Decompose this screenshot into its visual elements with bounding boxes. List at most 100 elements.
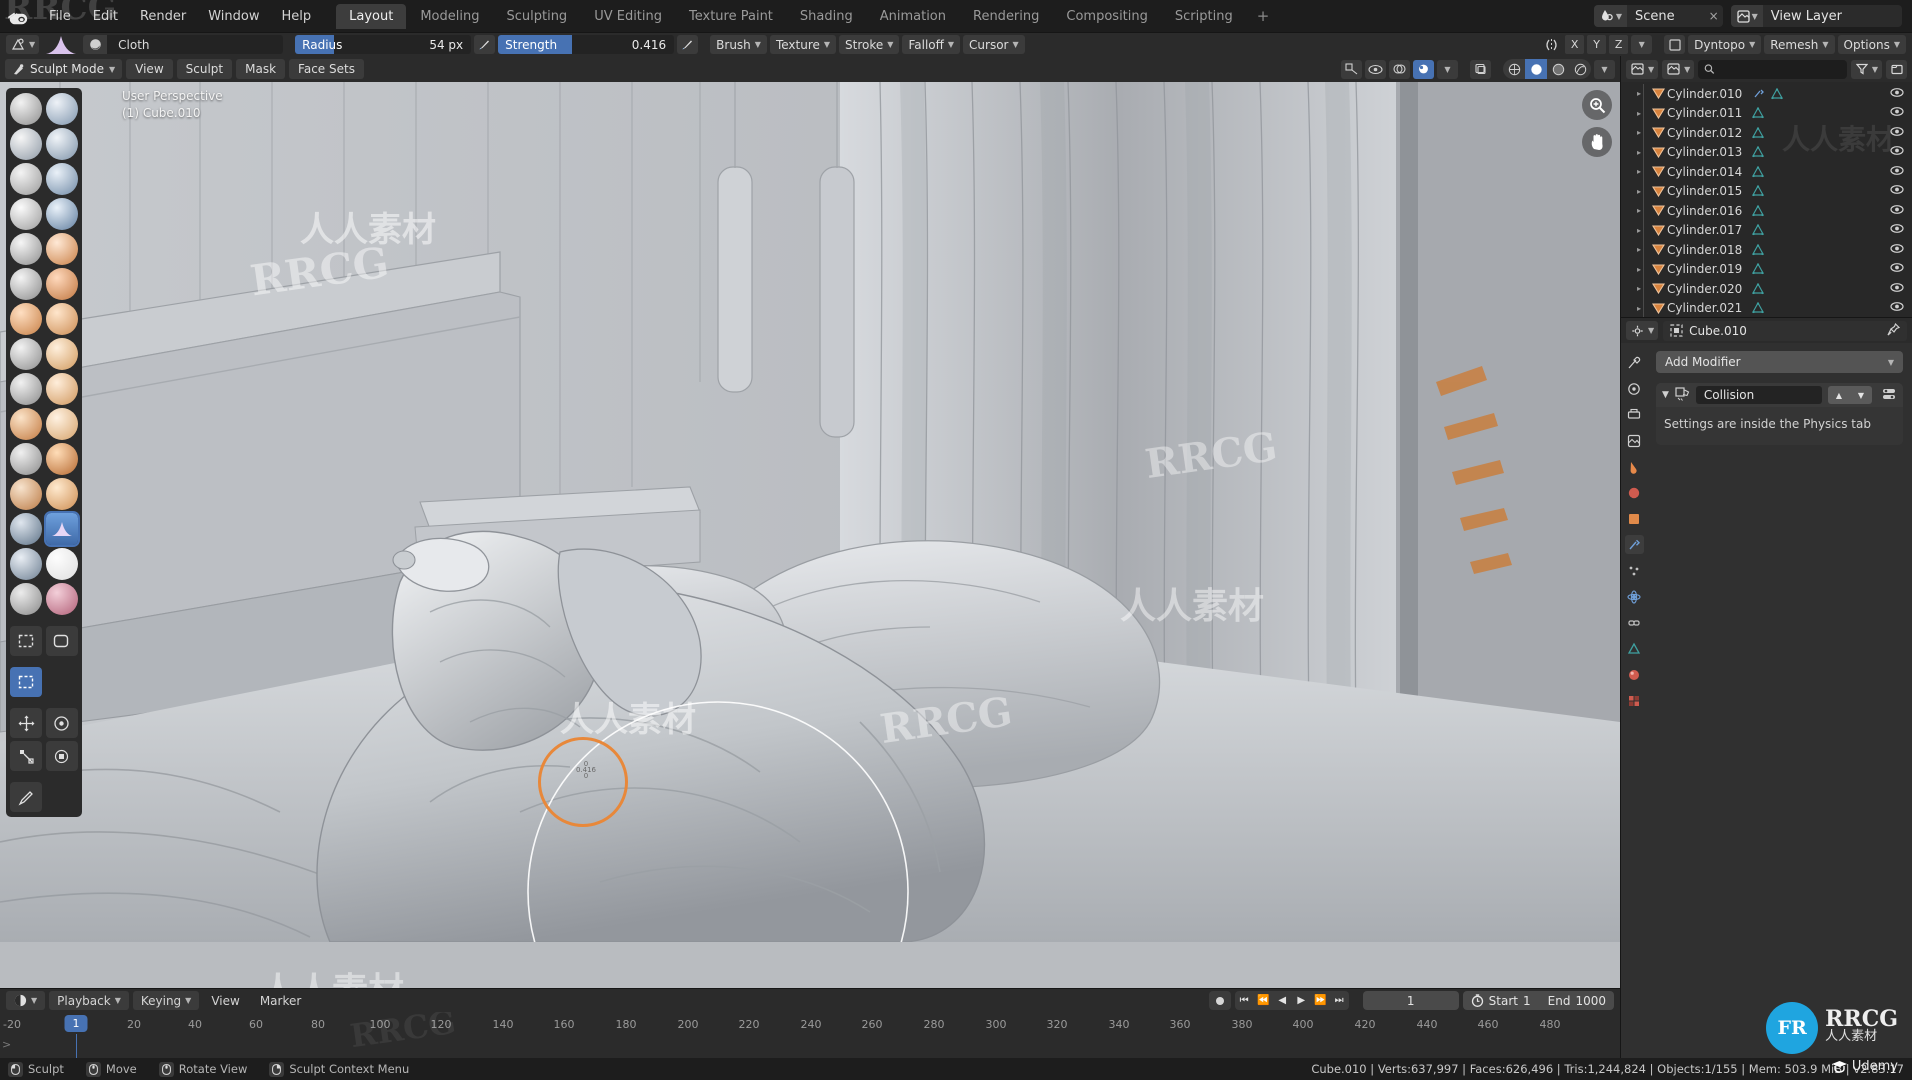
properties-tab-object[interactable] <box>1625 509 1644 528</box>
properties-tab-world[interactable] <box>1625 483 1644 502</box>
outliner-row-cylinder-014[interactable]: ▸ Cylinder.014 <box>1621 162 1912 182</box>
viewport-overlays-visibility-icon[interactable] <box>1365 59 1386 79</box>
play-button[interactable]: ▶ <box>1292 991 1311 1010</box>
falloff-menu[interactable]: Falloff ▼ <box>902 35 961 54</box>
radius-pressure-icon[interactable] <box>474 35 496 54</box>
brush-blob[interactable] <box>45 198 78 230</box>
box-mask-tool[interactable] <box>10 626 42 656</box>
properties-tab-output[interactable] <box>1625 405 1644 424</box>
outliner-row-cylinder-020[interactable]: ▸ Cylinder.020 <box>1621 279 1912 299</box>
stroke-menu[interactable]: Stroke ▼ <box>839 35 900 54</box>
outliner-editor-icon[interactable]: ▼ <box>1626 59 1659 79</box>
outliner-row-cylinder-021[interactable]: ▸ Cylinder.021 <box>1621 299 1912 318</box>
brush-draw[interactable] <box>10 93 42 125</box>
properties-tab-modifier[interactable] <box>1624 535 1644 554</box>
transform-tool[interactable] <box>45 741 78 771</box>
brush-rotate[interactable] <box>45 443 78 475</box>
workspace-tab-layout[interactable]: Layout <box>336 3 407 29</box>
auto-keying-toggle[interactable] <box>1208 991 1231 1010</box>
viewport-menu-face-sets[interactable]: Face Sets <box>289 59 364 79</box>
scene-selector[interactable]: ▼ Scene × <box>1593 5 1723 27</box>
play-reverse-button[interactable]: ◀ <box>1273 991 1292 1010</box>
visibility-eye-icon[interactable] <box>1890 126 1904 140</box>
outliner-row-cylinder-017[interactable]: ▸ Cylinder.017 <box>1621 221 1912 241</box>
shading-solid-button[interactable] <box>1525 59 1547 79</box>
viewport-menu-sculpt[interactable]: Sculpt <box>176 59 233 79</box>
current-frame-field[interactable]: 1 <box>1362 991 1459 1010</box>
jump-to-end-button[interactable]: ⏭ <box>1330 991 1349 1010</box>
brush-paint[interactable] <box>45 583 78 615</box>
visibility-eye-icon[interactable] <box>1890 165 1904 179</box>
properties-tab-render[interactable] <box>1625 379 1644 398</box>
timeline-menu-keying[interactable]: Keying ▼ <box>132 991 200 1010</box>
visibility-eye-icon[interactable] <box>1890 262 1904 276</box>
modifier-expand-triangle-icon[interactable]: ▼ <box>1662 390 1669 400</box>
brush-multires-eraser[interactable] <box>10 583 42 615</box>
brush-nudge[interactable] <box>10 443 42 475</box>
brush-draw-face-sets[interactable] <box>10 513 42 545</box>
playhead-badge[interactable]: 1 <box>64 1015 88 1032</box>
brush-clay-thumb[interactable] <box>10 163 42 195</box>
visibility-eye-icon[interactable] <box>1890 204 1904 218</box>
properties-tab-tool[interactable] <box>1625 353 1644 372</box>
menu-window[interactable]: Window <box>197 6 270 27</box>
symmetry-y-toggle[interactable]: Y <box>1587 35 1607 54</box>
cursor-menu[interactable]: Cursor ▼ <box>963 35 1025 54</box>
brush-clay-strips[interactable] <box>45 128 78 160</box>
workspace-tab-uv-editing[interactable]: UV Editing <box>581 4 675 29</box>
brush-pinch[interactable] <box>10 338 42 370</box>
brush-inflate[interactable] <box>10 198 42 230</box>
outliner-row-cylinder-019[interactable]: ▸ Cylinder.019 <box>1621 260 1912 280</box>
visibility-eye-icon[interactable] <box>1890 184 1904 198</box>
timeline-menu-view[interactable]: View <box>203 992 247 1010</box>
brush-fill[interactable] <box>45 268 78 300</box>
brush-mask[interactable] <box>45 548 78 580</box>
properties-tab-particles[interactable] <box>1625 561 1644 580</box>
outliner-row-cylinder-012[interactable]: ▸ Cylinder.012 <box>1621 123 1912 143</box>
brush-grab[interactable] <box>45 338 78 370</box>
timeline-scroll-handle[interactable]: > <box>2 1038 11 1051</box>
brush-elastic-deform[interactable] <box>10 373 42 405</box>
modifier-extras-icon[interactable] <box>1882 386 1897 405</box>
properties-tab-view-layer[interactable] <box>1625 431 1644 450</box>
brush-slide-relax[interactable] <box>10 478 42 510</box>
symmetry-x-toggle[interactable]: X <box>1565 35 1585 54</box>
properties-tab-scene[interactable] <box>1625 457 1644 476</box>
outliner-row-cylinder-010[interactable]: ▸ Cylinder.010 <box>1621 84 1912 104</box>
brush-crease[interactable] <box>10 233 42 265</box>
menu-render[interactable]: Render <box>129 6 197 27</box>
outliner-row-cylinder-013[interactable]: ▸ Cylinder.013 <box>1621 143 1912 163</box>
lasso-mask-tool[interactable] <box>45 626 78 656</box>
overlays-toggle-icon[interactable] <box>1413 59 1434 79</box>
zoom-gizmo-icon[interactable] <box>1582 90 1612 120</box>
properties-tab-data[interactable] <box>1625 639 1644 658</box>
outliner-search-input[interactable] <box>1698 59 1847 79</box>
dyntopo-menu[interactable]: Dyntopo ▼ <box>1688 35 1762 54</box>
blender-logo-icon[interactable] <box>6 5 32 27</box>
brush-smooth[interactable] <box>45 233 78 265</box>
previous-keyframe-button[interactable]: ⏪ <box>1254 991 1273 1010</box>
options-menu[interactable]: Options ▼ <box>1837 35 1906 54</box>
properties-tab-physics[interactable] <box>1625 587 1644 606</box>
outliner-row-cylinder-011[interactable]: ▸ Cylinder.011 <box>1621 104 1912 124</box>
brush-layer[interactable] <box>45 163 78 195</box>
shading-wireframe-button[interactable] <box>1503 59 1525 79</box>
add-modifier-button[interactable]: Add Modifier ▼ <box>1656 351 1903 373</box>
outliner-search-field[interactable] <box>1719 62 1841 76</box>
workspace-tab-animation[interactable]: Animation <box>867 4 959 29</box>
scale-tool[interactable] <box>10 741 42 771</box>
jump-to-start-button[interactable]: ⏮ <box>1235 991 1254 1010</box>
strength-slider[interactable]: Strength 0.416 <box>498 35 675 54</box>
mode-selector[interactable]: Sculpt Mode ▼ <box>5 59 123 79</box>
timeline-menu-marker[interactable]: Marker <box>252 992 309 1010</box>
outliner-row-cylinder-016[interactable]: ▸ Cylinder.016 <box>1621 201 1912 221</box>
timeline-menu-playback[interactable]: Playback ▼ <box>49 991 129 1010</box>
dyntopo-toggle-icon[interactable] <box>1664 35 1686 54</box>
radius-slider[interactable]: Radius 54 px <box>295 35 472 54</box>
brush-snake-hook[interactable] <box>45 373 78 405</box>
properties-tab-texture[interactable] <box>1625 691 1644 710</box>
symmetry-z-toggle[interactable]: Z <box>1609 35 1629 54</box>
visibility-eye-icon[interactable] <box>1890 223 1904 237</box>
annotate-tool[interactable] <box>10 782 42 812</box>
menu-help[interactable]: Help <box>271 6 323 27</box>
